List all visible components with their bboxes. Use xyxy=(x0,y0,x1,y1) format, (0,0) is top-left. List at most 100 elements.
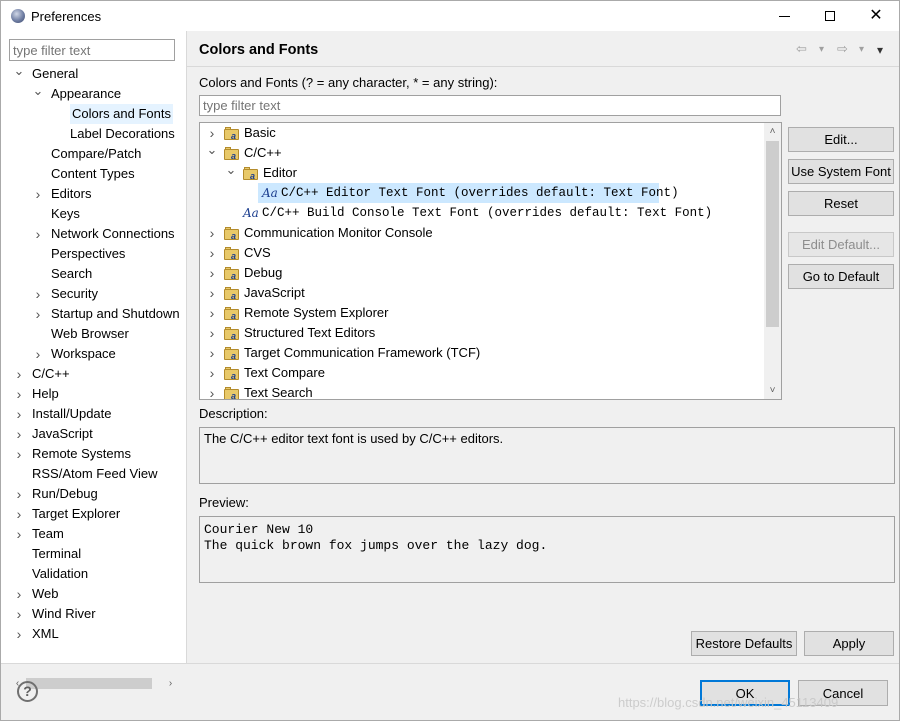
tree-item[interactable]: › Workspace xyxy=(1,344,179,364)
chevron-right-icon[interactable]: › xyxy=(13,584,25,604)
chevron-down-icon[interactable]: ⌄ xyxy=(225,163,237,183)
tree-item[interactable]: Perspectives xyxy=(1,244,179,264)
tree-item[interactable]: › Target Explorer xyxy=(1,504,179,524)
chevron-down-icon[interactable]: ⌄ xyxy=(32,84,44,104)
chevron-right-icon[interactable]: › xyxy=(13,384,25,404)
tree-item[interactable]: › a Text Search xyxy=(200,383,762,399)
chevron-right-icon[interactable]: › xyxy=(206,223,218,243)
scroll-down-icon[interactable]: ˅ xyxy=(764,382,781,399)
chevron-right-icon[interactable]: › xyxy=(13,524,25,544)
forward-arrow-icon[interactable]: ⇨ xyxy=(837,41,848,57)
chevron-right-icon[interactable]: › xyxy=(206,363,218,383)
scrollbar-thumb[interactable] xyxy=(766,141,779,327)
tree-item[interactable]: › a Target Communication Framework (TCF) xyxy=(200,343,762,363)
scroll-up-icon[interactable]: ˄ xyxy=(764,123,781,140)
apply-button[interactable]: Apply xyxy=(804,631,894,656)
tree-item[interactable]: › Help xyxy=(1,384,179,404)
tree-item[interactable]: Validation xyxy=(1,564,179,584)
restore-defaults-button[interactable]: Restore Defaults xyxy=(691,631,797,656)
tree-item[interactable]: › a Structured Text Editors xyxy=(200,323,762,343)
folder-icon: a xyxy=(224,267,240,281)
tree-item[interactable]: › a Text Compare xyxy=(200,363,762,383)
tree-vertical-scrollbar[interactable]: ˄ ˅ xyxy=(764,123,781,399)
chevron-right-icon[interactable]: › xyxy=(206,343,218,363)
tree-item[interactable]: Aa C/C++ Editor Text Font (overrides defa… xyxy=(258,183,679,203)
chevron-down-icon[interactable]: ⌄ xyxy=(13,64,25,84)
tree-item[interactable]: › Wind River xyxy=(1,604,179,624)
close-button[interactable]: ✕ xyxy=(853,1,899,31)
scrollbar-thumb[interactable] xyxy=(26,678,152,689)
tree-item[interactable]: › Web xyxy=(1,584,179,604)
tree-item[interactable]: › Install/Update xyxy=(1,404,179,424)
tree-item[interactable]: Content Types xyxy=(1,164,179,184)
chevron-right-icon[interactable]: › xyxy=(13,404,25,424)
minimize-button[interactable] xyxy=(761,1,807,31)
chevron-right-icon[interactable]: › xyxy=(206,123,218,143)
tree-item[interactable]: › C/C++ xyxy=(1,364,179,384)
chevron-right-icon[interactable]: › xyxy=(206,243,218,263)
maximize-button[interactable] xyxy=(807,1,853,31)
back-arrow-icon[interactable]: ⇦ xyxy=(796,41,807,57)
chevron-right-icon[interactable]: › xyxy=(13,604,25,624)
chevron-right-icon[interactable]: › xyxy=(32,224,44,244)
tree-item[interactable]: ⌄ a Editor xyxy=(200,163,762,183)
chevron-right-icon[interactable]: › xyxy=(206,383,218,399)
chevron-down-icon[interactable]: ⌄ xyxy=(206,143,218,163)
tree-item[interactable]: › a JavaScript xyxy=(200,283,762,303)
tree-item[interactable]: Compare/Patch xyxy=(1,144,179,164)
chevron-right-icon[interactable]: › xyxy=(13,624,25,644)
tree-item[interactable]: › Run/Debug xyxy=(1,484,179,504)
tree-item[interactable]: ⌄ a C/C++ xyxy=(200,143,762,163)
chevron-right-icon[interactable]: › xyxy=(13,364,25,384)
tree-item[interactable]: › Network Connections xyxy=(1,224,179,244)
chevron-right-icon[interactable]: › xyxy=(32,284,44,304)
reset-button[interactable]: Reset xyxy=(788,191,894,216)
tree-item[interactable]: › a Remote System Explorer xyxy=(200,303,762,323)
chevron-right-icon[interactable]: › xyxy=(206,283,218,303)
tree-item[interactable]: Terminal xyxy=(1,544,179,564)
chevron-right-icon[interactable]: › xyxy=(13,504,25,524)
tree-item[interactable]: › JavaScript xyxy=(1,424,179,444)
chevron-right-icon[interactable]: › xyxy=(32,344,44,364)
tree-item[interactable]: ⌄ General xyxy=(1,64,179,84)
chevron-right-icon[interactable]: › xyxy=(206,263,218,283)
chevron-right-icon[interactable]: › xyxy=(13,424,25,444)
forward-menu-icon[interactable]: ▾ xyxy=(859,44,864,55)
tree-item[interactable]: › XML xyxy=(1,624,179,644)
tree-item[interactable]: Web Browser xyxy=(1,324,179,344)
tree-item[interactable]: › Editors xyxy=(1,184,179,204)
go-to-default-button[interactable]: Go to Default xyxy=(788,264,894,289)
scroll-right-icon[interactable]: › xyxy=(162,675,179,692)
left-filter-input[interactable] xyxy=(9,39,175,61)
chevron-right-icon[interactable]: › xyxy=(32,184,44,204)
back-menu-icon[interactable]: ▾ xyxy=(819,44,824,55)
tree-item[interactable]: Aa C/C++ Build Console Text Font (overrid… xyxy=(200,203,762,223)
tree-item[interactable]: Search xyxy=(1,264,179,284)
chevron-right-icon[interactable]: › xyxy=(206,323,218,343)
tree-item[interactable]: › a CVS xyxy=(200,243,762,263)
edit-default-button[interactable]: Edit Default... xyxy=(788,232,894,257)
chevron-right-icon[interactable]: › xyxy=(13,444,25,464)
pane-splitter[interactable] xyxy=(186,31,187,663)
chevron-right-icon[interactable]: › xyxy=(13,484,25,504)
tree-item[interactable]: RSS/Atom Feed View xyxy=(1,464,179,484)
chevron-right-icon[interactable]: › xyxy=(206,303,218,323)
tree-item[interactable]: Keys xyxy=(1,204,179,224)
tree-item[interactable]: Colors and Fonts xyxy=(1,104,179,124)
tree-item[interactable]: › a Debug xyxy=(200,263,762,283)
edit-button[interactable]: Edit... xyxy=(788,127,894,152)
description-label: Description: xyxy=(199,406,268,421)
tree-item[interactable]: › Remote Systems xyxy=(1,444,179,464)
chevron-right-icon[interactable]: › xyxy=(32,304,44,324)
tree-item[interactable]: Label Decorations xyxy=(1,124,179,144)
tree-item[interactable]: ⌄ Appearance xyxy=(1,84,179,104)
use-system-font-button[interactable]: Use System Font xyxy=(788,159,894,184)
help-icon[interactable]: ? xyxy=(17,681,38,702)
tree-item[interactable]: › Team xyxy=(1,524,179,544)
tree-item[interactable]: › a Communication Monitor Console xyxy=(200,223,762,243)
tree-item[interactable]: › Startup and Shutdown xyxy=(1,304,179,324)
colors-filter-input[interactable] xyxy=(199,95,781,116)
tree-item[interactable]: › Security xyxy=(1,284,179,304)
view-menu-icon[interactable]: ▾ xyxy=(877,43,883,57)
tree-item[interactable]: › a Basic xyxy=(200,123,762,143)
